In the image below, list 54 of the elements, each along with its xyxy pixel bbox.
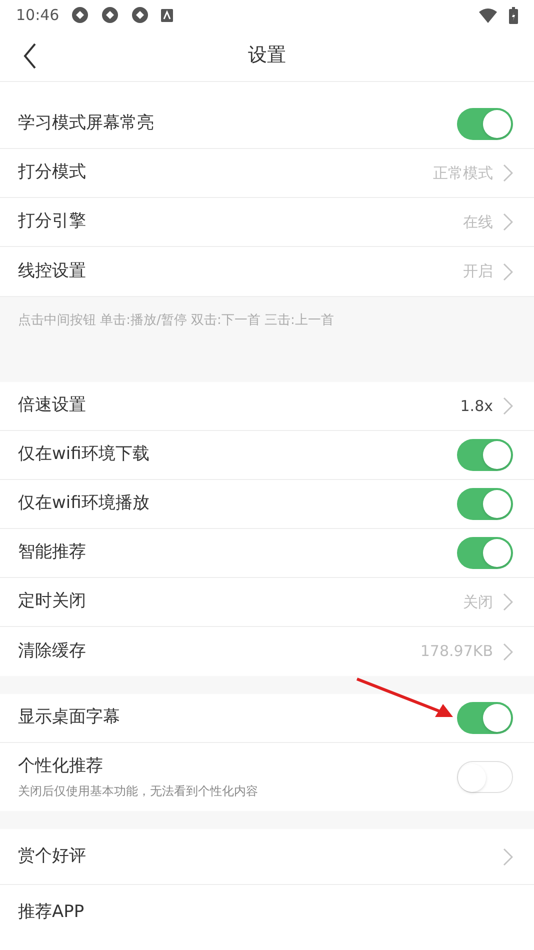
row-label: 定时关闭: [18, 590, 87, 614]
settings-row[interactable]: 推荐APP: [0, 885, 534, 941]
settings-row[interactable]: 倍速设置 1.8x: [0, 382, 534, 431]
toggle-switch[interactable]: [457, 439, 513, 471]
row-label: 赏个好评: [18, 844, 87, 868]
toggle-switch[interactable]: [457, 108, 513, 140]
settings-row[interactable]: 赏个好评: [0, 829, 534, 885]
chevron-right-icon: [503, 213, 513, 231]
row-label: 仅在wifi环境播放: [18, 492, 150, 516]
row-label: 仅在wifi环境下载: [18, 443, 150, 466]
settings-row[interactable]: 清除缓存 178.97KB: [0, 627, 534, 676]
settings-row[interactable]: 线控设置 开启: [0, 247, 534, 296]
status-time: 10:46: [16, 4, 60, 26]
row-label: 线控设置: [18, 260, 87, 283]
toggle-switch[interactable]: [457, 537, 513, 569]
toggle-switch[interactable]: [457, 488, 513, 520]
settings-row[interactable]: 打分引擎 在线: [0, 198, 534, 247]
row-value: 178.97KB: [420, 641, 493, 662]
settings-row[interactable]: 智能推荐: [0, 529, 534, 578]
settings-row[interactable]: 个性化推荐 关闭后仅使用基本功能，无法看到个性化内容: [0, 743, 534, 811]
page-title: 设置: [248, 43, 286, 68]
row-label: 显示桌面字幕: [18, 706, 121, 730]
chevron-right-icon: [503, 164, 513, 182]
chevron-right-icon: [503, 593, 513, 611]
chevron-right-icon: [503, 848, 513, 866]
chevron-right-icon: [503, 397, 513, 415]
row-label: 倍速设置: [18, 394, 87, 418]
row-label: 推荐APP: [18, 901, 86, 924]
row-label: 打分引擎: [18, 210, 87, 234]
settings-row[interactable]: 仅在wifi环境播放: [0, 480, 534, 529]
row-value: 在线: [463, 212, 493, 233]
row-value: 1.8x: [460, 396, 493, 417]
hint-text: 点击中间按钮 单击:播放/暂停 双击:下一首 三击:上一首: [18, 313, 334, 328]
settings-row[interactable]: 打分模式 正常模式: [0, 149, 534, 198]
row-label: 打分模式: [18, 161, 87, 184]
row-subtitle: 关闭后仅使用基本功能，无法看到个性化内容: [18, 782, 259, 800]
toggle-switch[interactable]: [457, 761, 513, 793]
keyboard-icon: [161, 8, 174, 22]
row-value: 开启: [463, 261, 493, 282]
row-label: 学习模式屏幕常亮: [18, 112, 155, 136]
wifi-icon: [479, 8, 497, 22]
battery-icon: [509, 6, 518, 24]
row-label: 个性化推荐: [18, 755, 104, 778]
settings-row[interactable]: 定时关闭 关闭: [0, 578, 534, 627]
row-value: 正常模式: [433, 162, 493, 184]
chevron-right-icon: [503, 642, 513, 660]
settings-row[interactable]: 学习模式屏幕常亮: [0, 100, 534, 149]
row-label: 清除缓存: [18, 640, 87, 663]
row-label: 智能推荐: [18, 541, 87, 564]
row-value: 关闭: [463, 592, 493, 613]
settings-row[interactable]: 显示桌面字幕: [0, 694, 534, 743]
chevron-right-icon: [503, 262, 513, 280]
toggle-switch[interactable]: [457, 702, 513, 734]
settings-row[interactable]: 仅在wifi环境下载: [0, 431, 534, 480]
